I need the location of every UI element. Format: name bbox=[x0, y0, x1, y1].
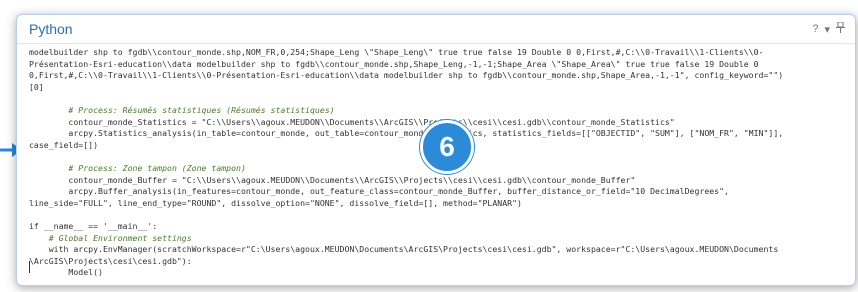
code-line: contour_monde_Buffer = "C:\\Users\\agoux… bbox=[29, 174, 636, 185]
code-line: # Process: Résumés statistiques (Résumés… bbox=[29, 104, 335, 115]
code-line: modelbuilder shp to fgdb\\contour_monde.… bbox=[29, 47, 764, 57]
window-title: Python bbox=[29, 21, 73, 37]
pin-button[interactable] bbox=[836, 21, 845, 36]
code-line: \ArcGIS\Projects\cesi\cesi.gdb"): bbox=[29, 255, 192, 266]
code-line: arcpy.Buffer_analysis(in_features=contou… bbox=[29, 186, 729, 197]
text-cursor bbox=[29, 261, 30, 273]
window-titlebar: Python ? ▾ bbox=[17, 15, 855, 44]
code-line: Model() bbox=[29, 267, 103, 278]
code-line: with arcpy.EnvManager(scratchWorkspace=r… bbox=[29, 244, 779, 255]
code-line: if __name__ == '__main__': bbox=[29, 220, 158, 231]
options-menu-button[interactable]: ▾ bbox=[824, 23, 830, 36]
pin-icon bbox=[836, 21, 845, 33]
code-line: 0,First,#,C:\\0-Travail\\1-Clients\\0-Pr… bbox=[29, 70, 784, 81]
code-line: [0] bbox=[29, 81, 44, 92]
step-number-badge: 6 bbox=[420, 120, 474, 174]
code-line: # Global Environment settings bbox=[29, 232, 192, 243]
code-line: line_side="FULL", line_end_type="ROUND",… bbox=[29, 197, 522, 208]
window-controls: ? ▾ bbox=[812, 21, 845, 36]
code-line: Présentation-Esri-education\\data modelb… bbox=[29, 58, 759, 69]
help-button[interactable]: ? bbox=[812, 23, 818, 35]
